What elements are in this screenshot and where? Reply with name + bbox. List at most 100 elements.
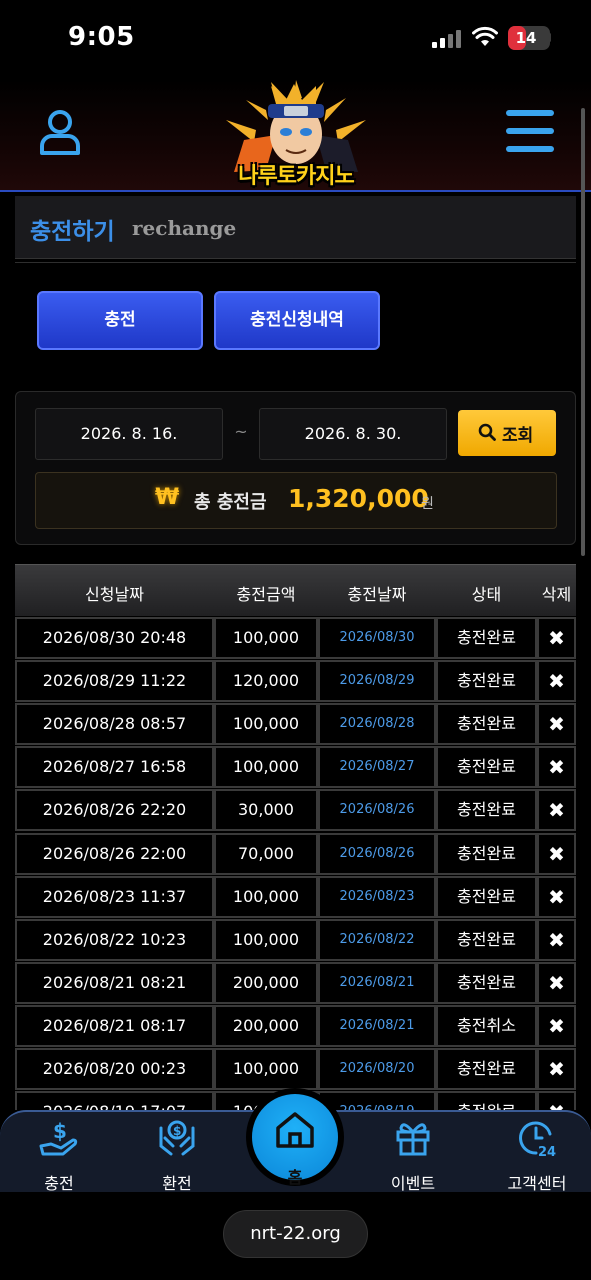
charge-date-cell[interactable]: 2026/08/27 xyxy=(318,746,436,789)
status-cell: 충전완료 xyxy=(436,617,537,659)
table-row: 2026/08/23 11:37 100,000 2026/08/23 충전완료 ✖ xyxy=(15,875,576,919)
nav-exchange[interactable]: $ 환전 xyxy=(137,1112,217,1194)
delete-button[interactable]: ✖ xyxy=(537,617,576,659)
charge-date-cell[interactable]: 2026/08/23 xyxy=(318,875,436,918)
amount-cell: 100,000 xyxy=(214,918,318,961)
charge-date-cell[interactable]: 2026/08/22 xyxy=(318,918,436,961)
status-cell: 충전완료 xyxy=(436,918,537,961)
charge-date-cell[interactable]: 2026/08/26 xyxy=(318,789,436,832)
logo-text: 나루토카지노 xyxy=(238,164,354,189)
delete-button[interactable]: ✖ xyxy=(537,832,576,875)
amount-cell: 30,000 xyxy=(214,789,318,832)
tab-charge[interactable]: 충전 xyxy=(37,291,203,350)
delete-button[interactable]: ✖ xyxy=(537,961,576,1004)
column-header-status: 상태 xyxy=(471,585,502,604)
page-title: 충전하기 xyxy=(30,219,115,245)
nav-charge[interactable]: $ 충전 xyxy=(19,1112,99,1194)
site-logo[interactable]: 나루토카지노 xyxy=(216,80,376,189)
delete-button[interactable]: ✖ xyxy=(537,660,576,703)
total-charge-summary: ₩ 총 충전금 1,320,000 원 xyxy=(35,472,557,529)
request-date-cell: 2026/08/22 10:23 xyxy=(15,918,214,961)
search-icon xyxy=(478,423,496,441)
charge-date-cell[interactable]: 2026/08/21 xyxy=(318,961,436,1004)
url-field[interactable]: nrt-22.org xyxy=(223,1210,368,1258)
delete-button[interactable]: ✖ xyxy=(537,1048,576,1090)
table-row: 2026/08/29 11:22 120,000 2026/08/29 충전완료 ✖ xyxy=(15,660,576,703)
nav-event-label: 이벤트 xyxy=(390,1174,436,1193)
status-bar: 9:05 14 xyxy=(0,0,591,80)
browser-address-bar: nrt-22.org xyxy=(0,1192,591,1280)
charge-date-cell[interactable]: 2026/08/20 xyxy=(318,1048,436,1090)
table-row: 2026/08/26 22:20 30,000 2026/08/26 충전완료 ✖ xyxy=(15,789,576,832)
column-header-delete: 삭제 xyxy=(541,585,572,604)
search-panel: 2026. 8. 16. ~ 2026. 8. 30. 조회 ₩ 총 충전금 1… xyxy=(15,391,576,545)
tab-charge-history[interactable]: 충전신청내역 xyxy=(214,291,380,350)
amount-cell: 100,000 xyxy=(214,617,318,659)
nav-support[interactable]: 24 고객센터 xyxy=(492,1112,582,1194)
request-date-cell: 2026/08/29 11:22 xyxy=(15,660,214,703)
request-date-cell: 2026/08/26 22:00 xyxy=(15,832,214,875)
end-date-input[interactable]: 2026. 8. 30. xyxy=(259,408,447,460)
charge-date-cell[interactable]: 2026/08/30 xyxy=(318,617,436,659)
gift-icon xyxy=(396,1123,430,1156)
table-row: 2026/08/26 22:00 70,000 2026/08/26 충전완료 ✖ xyxy=(15,832,576,876)
search-button-label: 조회 xyxy=(502,426,534,446)
delete-button[interactable]: ✖ xyxy=(537,746,576,789)
delete-button[interactable]: ✖ xyxy=(537,875,576,918)
won-icon: ₩ xyxy=(155,485,180,510)
date-separator: ~ xyxy=(234,422,248,441)
charge-history-table: 2026/08/30 20:48 100,000 2026/08/30 충전완료 ✖ 20… xyxy=(15,617,576,1110)
status-cell: 충전완료 xyxy=(436,875,537,918)
hamburger-menu-icon[interactable] xyxy=(506,110,554,152)
status-cell: 충전완료 xyxy=(436,961,537,1004)
delete-button[interactable]: ✖ xyxy=(537,918,576,961)
nav-home[interactable]: 홈 xyxy=(246,1088,344,1187)
nav-support-label: 고객센터 xyxy=(507,1174,567,1193)
start-date-input[interactable]: 2026. 8. 16. xyxy=(35,408,223,460)
request-date-cell: 2026/08/28 08:57 xyxy=(15,703,214,746)
search-button[interactable]: 조회 xyxy=(458,410,556,456)
amount-cell: 200,000 xyxy=(214,1004,318,1047)
table-header: 신청날짜 충전금액 충전날짜 상태 삭제 xyxy=(15,564,576,616)
charge-date-cell[interactable]: 2026/08/28 xyxy=(318,703,436,746)
status-cell: 충전취소 xyxy=(436,1004,537,1047)
charge-date-cell[interactable]: 2026/08/19 xyxy=(318,1091,436,1110)
request-date-cell: 2026/08/27 16:58 xyxy=(15,746,214,789)
svg-text:$: $ xyxy=(53,1119,67,1143)
support-24-icon: 24 xyxy=(519,1121,556,1158)
table-row: 2026/08/21 08:17 200,000 2026/08/21 충전취소 ✖ xyxy=(15,1004,576,1048)
request-date-cell: 2026/08/21 08:17 xyxy=(15,1004,214,1047)
delete-button[interactable]: ✖ xyxy=(537,703,576,746)
battery-indicator: 14 xyxy=(508,26,550,50)
total-charge-label: 총 충전금 xyxy=(194,492,267,513)
column-header-request-date: 신청날짜 xyxy=(85,585,144,604)
nav-home-label: 홈 xyxy=(287,1168,303,1187)
status-cell: 충전완료 xyxy=(436,1091,537,1110)
charge-date-cell[interactable]: 2026/08/26 xyxy=(318,832,436,875)
request-date-cell: 2026/08/26 22:20 xyxy=(15,789,214,832)
delete-button[interactable]: ✖ xyxy=(537,1004,576,1047)
nav-event[interactable]: 이벤트 xyxy=(373,1112,453,1194)
table-row: 2026/08/20 00:23 100,000 2026/08/20 충전완료 ✖ xyxy=(15,1048,576,1091)
table-row: 2026/08/22 10:23 100,000 2026/08/22 충전완료 ✖ xyxy=(15,918,576,962)
charge-date-cell[interactable]: 2026/08/21 xyxy=(318,1004,436,1047)
amount-cell: 120,000 xyxy=(214,660,318,703)
scrollbar[interactable] xyxy=(581,108,585,556)
table-row: 2026/08/27 16:58 100,000 2026/08/27 충전완료 ✖ xyxy=(15,746,576,789)
status-time: 9:05 xyxy=(68,22,135,52)
charge-date-cell[interactable]: 2026/08/29 xyxy=(318,660,436,703)
table-row: 2026/08/30 20:48 100,000 2026/08/30 충전완료 ✖ xyxy=(15,617,576,660)
home-icon xyxy=(276,1112,314,1148)
status-cell: 충전완료 xyxy=(436,832,537,875)
amount-cell: 100,000 xyxy=(214,746,318,789)
user-icon[interactable] xyxy=(38,108,82,156)
status-cell: 충전완료 xyxy=(436,660,537,703)
request-date-cell: 2026/08/30 20:48 xyxy=(15,617,214,659)
battery-percent: 14 xyxy=(515,29,537,47)
delete-button[interactable]: ✖ xyxy=(537,1091,576,1110)
battery-cap xyxy=(548,33,551,42)
amount-cell: 100,000 xyxy=(214,875,318,918)
status-cell: 충전완료 xyxy=(436,703,537,746)
cellular-signal-icon xyxy=(432,30,461,48)
delete-button[interactable]: ✖ xyxy=(537,789,576,832)
